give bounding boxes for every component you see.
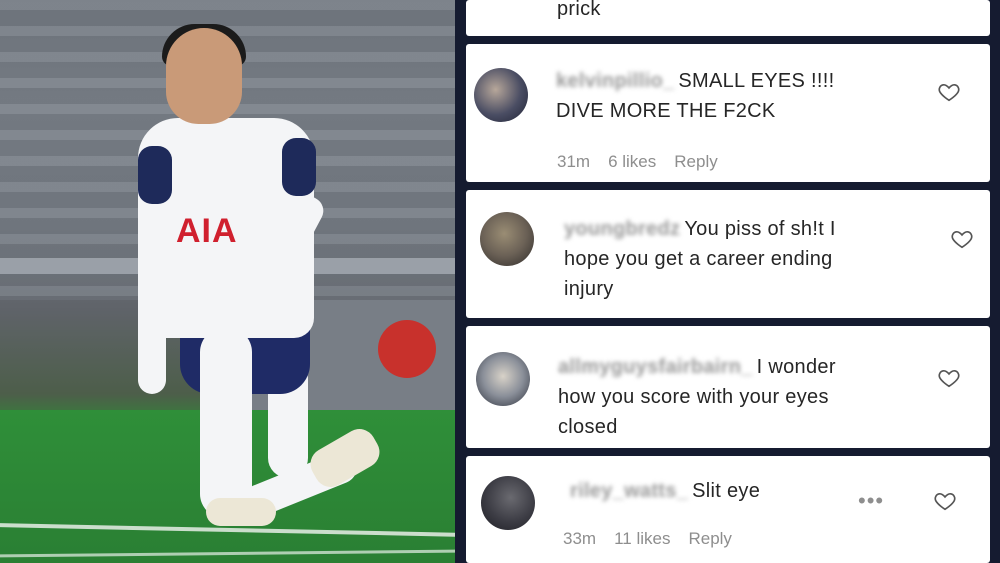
comment-body: kelvinpillio_ SMALL EYES !!!! DIVE MORE T… <box>556 66 834 126</box>
comment-text: how you score with your eyes <box>558 386 829 408</box>
player-photo: AIA <box>0 0 455 563</box>
comment-text: I wonder <box>756 356 836 378</box>
comment-username[interactable]: allmyguysfairbairn_ <box>558 352 753 382</box>
player-sleeve <box>138 146 172 204</box>
comment-time: 31m <box>557 152 591 171</box>
comment-username[interactable]: kelvinpillio_ <box>556 66 674 96</box>
avatar[interactable] <box>480 212 534 266</box>
comments-panel: prick kelvinpillio_ SMALL EYES !!!! DIVE … <box>455 0 1000 563</box>
heart-outline-icon[interactable] <box>938 81 960 103</box>
comment-card: youngbredz You piss of sh!t I hope you ge… <box>466 190 990 318</box>
comment-text: injury <box>564 278 614 300</box>
comment-text: DIVE MORE THE F2CK <box>556 100 776 122</box>
kneeling-player: AIA <box>130 24 386 528</box>
player-sleeve <box>282 138 316 196</box>
avatar[interactable] <box>481 476 535 530</box>
shirt-sponsor-text: AIA <box>176 212 238 250</box>
comment-username[interactable]: riley_watts_ <box>570 476 688 506</box>
reply-button[interactable]: Reply <box>688 529 731 548</box>
comment-body: riley_watts_ Slit eye <box>570 476 760 506</box>
comment-card: kelvinpillio_ SMALL EYES !!!! DIVE MORE T… <box>466 44 990 182</box>
comment-meta: 33m 11 likes Reply <box>563 529 750 549</box>
comment-card: riley_watts_ Slit eye ••• 33m 11 likes Repl… <box>466 456 990 563</box>
comment-body: allmyguysfairbairn_ I wonder how you scor… <box>558 352 836 442</box>
comment-text: SMALL EYES !!!! <box>678 70 835 92</box>
comment-time: 33m <box>563 529 597 548</box>
comment-likes[interactable]: 11 likes <box>614 529 670 548</box>
avatar[interactable] <box>476 352 530 406</box>
comment-meta: 31m 6 likes Reply <box>557 152 736 172</box>
comment-text: prick <box>557 0 601 20</box>
player-arm <box>138 204 166 394</box>
more-dots-icon[interactable]: ••• <box>858 488 884 514</box>
avatar[interactable] <box>474 68 528 122</box>
comment-likes[interactable]: 6 likes <box>608 152 656 171</box>
comment-text: Slit eye <box>692 480 761 502</box>
player-boot <box>206 498 276 526</box>
heart-outline-icon[interactable] <box>938 367 960 389</box>
reply-button[interactable]: Reply <box>674 152 717 171</box>
comment-text: You piss of sh!t I <box>684 218 836 240</box>
player-leg <box>200 328 252 518</box>
comment-text: hope you get a career ending <box>564 248 833 270</box>
comment-username[interactable]: youngbredz <box>564 214 680 244</box>
club-logo-board <box>378 320 436 378</box>
player-head <box>166 28 242 124</box>
heart-outline-icon[interactable] <box>934 490 956 512</box>
comment-body: youngbredz You piss of sh!t I hope you ge… <box>564 214 836 304</box>
heart-outline-icon[interactable] <box>951 228 973 250</box>
comment-text: closed <box>558 416 618 438</box>
comment-card: allmyguysfairbairn_ I wonder how you scor… <box>466 326 990 448</box>
comment-card: prick <box>466 0 990 36</box>
